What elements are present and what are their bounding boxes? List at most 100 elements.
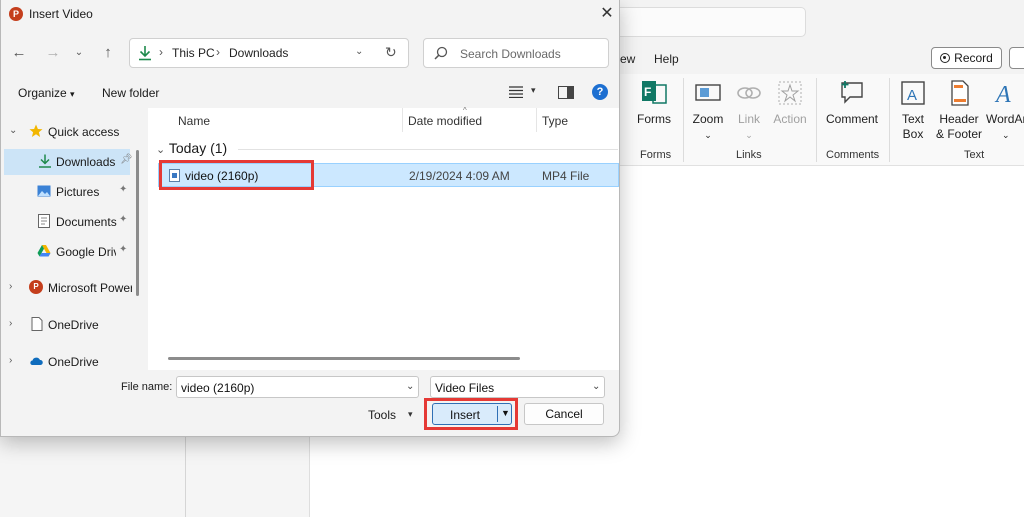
recent-locations-chevron-icon[interactable]: ⌄ xyxy=(69,43,89,63)
search-placeholder: Search Downloads xyxy=(460,47,561,61)
help-icon[interactable]: ? xyxy=(592,84,608,100)
file-name-input[interactable]: video (2160p) ⌄ xyxy=(176,376,419,398)
nav-label: Microsoft PowerPoint xyxy=(48,281,132,295)
svg-text:A: A xyxy=(907,87,917,104)
nav-label: Pictures xyxy=(56,185,100,199)
comment-icon xyxy=(841,81,863,104)
file-name-value: video (2160p) xyxy=(181,381,255,395)
cloud-icon xyxy=(30,357,43,365)
command-bar: Organize ▾ New folder ▾ ? xyxy=(1,78,619,108)
text-box-button[interactable]: A Text Box xyxy=(897,78,929,142)
tools-dropdown-icon[interactable]: ▾ xyxy=(408,409,413,420)
forms-icon: F xyxy=(642,81,667,104)
chevron-right-icon[interactable]: › xyxy=(9,281,12,292)
record-button[interactable]: Record xyxy=(931,47,1002,69)
search-icon xyxy=(434,46,448,60)
powerpoint-app-icon: P xyxy=(9,7,23,21)
organize-button[interactable]: Organize ▾ xyxy=(18,86,75,100)
dialog-titlebar: P Insert Video ✕ xyxy=(1,0,619,28)
svg-text:F: F xyxy=(644,85,651,99)
file-name-label: File name: xyxy=(121,381,173,393)
pane-divider xyxy=(185,437,186,517)
chevron-down-icon[interactable]: ⌄ xyxy=(592,381,600,392)
chevron-right-icon[interactable]: › xyxy=(9,355,12,366)
share-button[interactable] xyxy=(1009,47,1024,69)
up-arrow-icon[interactable]: ↑ xyxy=(98,43,118,63)
group-links: Links xyxy=(736,149,762,161)
navigation-pane: ⌄ Quick access Downloads 📌︎ Pictures ✦ D… xyxy=(1,108,147,370)
chevron-down-icon[interactable]: ⌄ xyxy=(9,125,17,136)
chevron-right-icon[interactable]: › xyxy=(9,318,12,329)
wordart-icon: A xyxy=(994,82,1011,108)
preview-pane-icon[interactable] xyxy=(558,86,574,99)
file-icon xyxy=(31,317,43,331)
view-list-icon[interactable] xyxy=(509,86,523,98)
navigation-bar: ← → ⌄ ↑ › This PC › Downloads ⌄ ↻ Search… xyxy=(1,36,619,70)
nav-scrollbar[interactable] xyxy=(136,150,139,296)
nav-item-downloads[interactable]: Downloads 📌︎ xyxy=(4,149,133,175)
nav-label: OneDrive xyxy=(48,355,99,369)
downloads-icon xyxy=(39,154,51,168)
pin-icon: ✦ xyxy=(119,214,128,225)
horizontal-scrollbar[interactable] xyxy=(168,357,520,360)
tab-review[interactable]: ew xyxy=(620,52,635,66)
action-button[interactable]: Action xyxy=(771,78,809,127)
group-comments: Comments xyxy=(826,149,880,161)
address-dropdown-chevron-icon[interactable]: ⌄ xyxy=(355,46,363,57)
nav-item-microsoft-powerpoint[interactable]: › P Microsoft PowerPoint xyxy=(1,275,132,301)
chevron-down-icon[interactable]: ⌄ xyxy=(406,381,414,392)
group-divider xyxy=(238,149,618,150)
back-arrow-icon[interactable]: ← xyxy=(9,43,29,63)
ribbon-separator xyxy=(816,78,817,162)
pictures-icon xyxy=(37,185,51,197)
breadcrumb-separator-icon: › xyxy=(159,45,163,59)
search-box[interactable]: Search Downloads xyxy=(423,38,609,68)
link-icon xyxy=(737,87,761,99)
nav-label: Quick access xyxy=(48,125,120,139)
column-header-date[interactable]: Date modified xyxy=(408,114,482,128)
column-separator[interactable] xyxy=(536,108,537,132)
refresh-icon[interactable]: ↻ xyxy=(385,44,397,61)
nav-item-onedrive-personal[interactable]: › OneDrive xyxy=(1,312,131,338)
link-button[interactable]: Link ⌄ xyxy=(734,78,764,143)
zoom-icon xyxy=(695,84,721,101)
nav-label: Documents xyxy=(56,215,117,229)
column-header-type[interactable]: Type xyxy=(542,114,568,128)
file-type-select[interactable]: Video Files ⌄ xyxy=(430,376,605,398)
nav-item-onedrive[interactable]: › OneDrive xyxy=(1,349,131,375)
column-separator[interactable] xyxy=(402,108,403,132)
nav-item-documents[interactable]: Documents ✦ xyxy=(1,209,131,235)
breadcrumb-downloads[interactable]: Downloads xyxy=(229,46,288,60)
comment-button[interactable]: Comment xyxy=(823,78,881,127)
svg-text:A: A xyxy=(994,82,1011,108)
file-list: Name ^ Date modified Type ⌄ Today (1) vi… xyxy=(148,106,619,370)
nav-item-google-drive[interactable]: Google Drive ✦ xyxy=(1,239,131,265)
pin-icon: 📌︎ xyxy=(120,154,133,165)
new-folder-button[interactable]: New folder xyxy=(102,86,159,100)
dialog-title: Insert Video xyxy=(29,7,93,21)
group-header-today[interactable]: ⌄ Today (1) xyxy=(156,140,227,156)
nav-quick-access[interactable]: ⌄ Quick access xyxy=(1,119,131,145)
header-footer-icon xyxy=(951,80,969,106)
cancel-button[interactable]: Cancel xyxy=(524,403,604,425)
wordart-button[interactable]: A WordArt⌄ xyxy=(986,78,1024,143)
forward-arrow-icon[interactable]: → xyxy=(43,43,63,63)
tab-help[interactable]: Help xyxy=(654,52,679,66)
address-bar[interactable]: › This PC › Downloads ⌄ ↻ xyxy=(129,38,409,68)
zoom-button[interactable]: Zoom ⌄ xyxy=(690,78,726,143)
column-header-name[interactable]: Name xyxy=(178,114,210,128)
text-box-icon: A xyxy=(901,81,925,105)
nav-item-pictures[interactable]: Pictures ✦ xyxy=(1,179,131,205)
forms-button[interactable]: F Forms xyxy=(636,78,672,127)
star-icon xyxy=(29,124,43,137)
nav-label: OneDrive xyxy=(48,318,99,332)
view-dropdown-icon[interactable]: ▾ xyxy=(531,85,536,96)
record-label: Record xyxy=(954,51,993,65)
nav-label: Google Drive xyxy=(56,245,116,259)
tools-button[interactable]: Tools xyxy=(368,408,396,422)
file-date-cell: 2/19/2024 4:09 AM xyxy=(409,169,510,183)
ppt-search-box[interactable] xyxy=(612,7,806,37)
header-footer-button[interactable]: Header & Footer xyxy=(935,78,983,142)
breadcrumb-this-pc[interactable]: This PC xyxy=(172,46,215,60)
close-icon[interactable]: ✕ xyxy=(597,4,617,24)
